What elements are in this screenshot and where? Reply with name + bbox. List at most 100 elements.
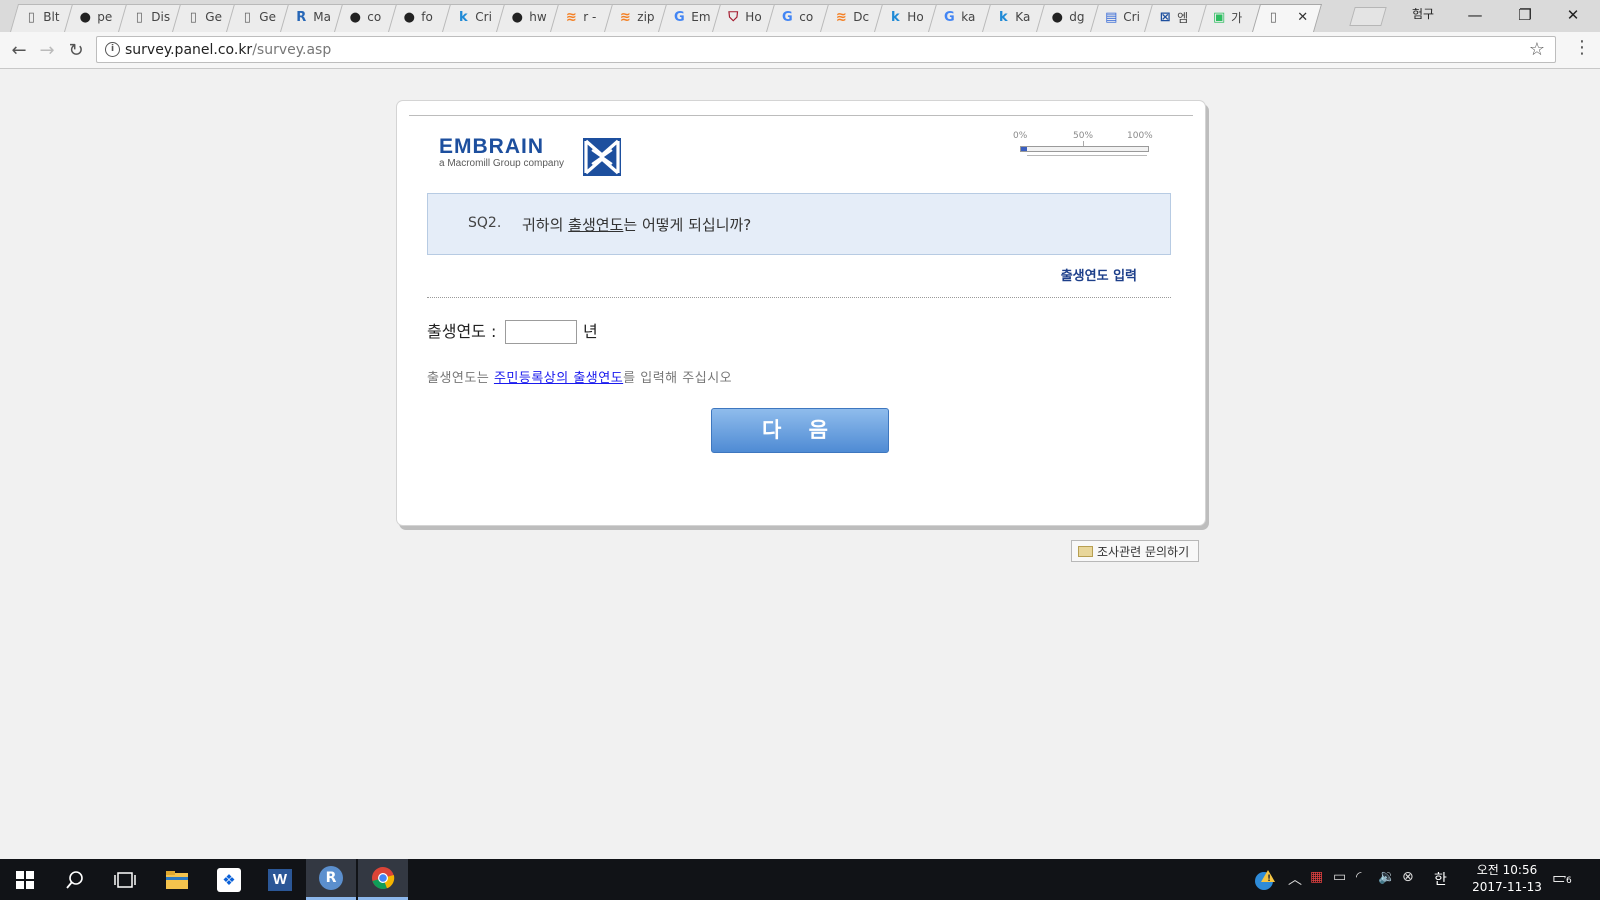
progress-tick-50: 50% [1073, 131, 1094, 141]
year-unit-label: 년 [583, 322, 598, 341]
tab-title: Ge [259, 10, 276, 24]
document-icon: ▯ [1269, 9, 1277, 25]
question-number: SQ2. [468, 215, 502, 231]
back-icon[interactable]: ← [5, 37, 33, 63]
rstudio-button[interactable]: R [306, 859, 356, 900]
dropbox-icon: ❖ [217, 867, 241, 892]
r-icon: R [319, 866, 343, 890]
google-icon: G [943, 9, 955, 25]
chevron-up-icon[interactable]: ︿ [1288, 869, 1302, 889]
k-icon: k [998, 9, 1008, 25]
google-icon: G [673, 9, 685, 25]
birth-year-label: 출생연도 : [427, 322, 497, 341]
embrain-logo-mark-icon [583, 138, 621, 176]
clock[interactable]: 오전 10:56 2017-11-13 [1470, 862, 1544, 896]
progress-fill [1021, 147, 1028, 151]
next-button[interactable]: 다 음 [711, 408, 889, 453]
profile-button[interactable]: 험구 [1412, 5, 1434, 22]
github-icon: ● [79, 9, 91, 25]
volume-icon[interactable]: 🔉 [1378, 869, 1395, 885]
progress-tick-100: 100% [1127, 131, 1153, 141]
tab-title: dg [1069, 10, 1085, 24]
info-icon[interactable]: i [105, 42, 120, 57]
stack-icon: ≋ [565, 9, 577, 25]
bookmark-star-icon[interactable]: ☆ [1529, 39, 1545, 60]
logo-name: EMBRAIN [439, 135, 544, 158]
document-icon: ▯ [27, 9, 35, 25]
document-icon: ▯ [135, 9, 143, 25]
tab-title: hw [529, 10, 547, 24]
tab-title: 가 [1231, 11, 1243, 25]
embrain-icon: ⊠ [1159, 10, 1171, 25]
start-button[interactable] [0, 859, 50, 900]
ime-indicator[interactable]: 한 [1434, 869, 1447, 889]
file-explorer-button[interactable] [152, 859, 202, 900]
tab-title: Ho [745, 10, 762, 24]
green-icon: ▣ [1213, 10, 1226, 25]
tab-title: Dis [151, 10, 171, 24]
k-icon: k [890, 9, 900, 25]
menu-icon[interactable]: ⋮ [1573, 37, 1591, 58]
tab-title: pe [97, 10, 113, 24]
reload-icon[interactable]: ↻ [62, 37, 90, 63]
dotted-divider [427, 297, 1171, 298]
logo-tagline: a Macromill Group company [439, 158, 565, 169]
word-icon: W [268, 868, 292, 891]
github-icon: ● [349, 9, 361, 25]
tab-title: co [367, 10, 382, 24]
chrome-button[interactable] [358, 859, 408, 900]
dropbox-button[interactable]: ❖ [204, 859, 254, 900]
restore-icon[interactable]: ❐ [1502, 2, 1548, 28]
tray-app-icon[interactable]: ▦ [1310, 869, 1323, 885]
notification-count: 6 [1564, 876, 1574, 886]
search-icon [66, 870, 83, 889]
close-window-icon[interactable]: ✕ [1550, 2, 1596, 28]
r-icon: R [296, 9, 307, 25]
survey-inquiry-button[interactable]: 조사관련 문의하기 [1071, 540, 1199, 562]
wifi-icon[interactable]: ◜ [1356, 869, 1361, 885]
no-network-icon[interactable]: ⊗ [1402, 869, 1414, 885]
birth-year-input[interactable] [505, 320, 577, 344]
question-text: 귀하의 출생연도는 어떻게 되십니까? [522, 216, 752, 234]
tab-title: zip [637, 10, 655, 24]
minimize-icon[interactable]: — [1452, 2, 1498, 28]
github-icon: ● [511, 9, 523, 25]
github-icon: ● [1051, 9, 1063, 25]
tab-active[interactable]: ▯ ✕ [1252, 4, 1323, 32]
task-view-icon [114, 871, 136, 888]
battery-icon[interactable]: ▭ [1333, 869, 1346, 885]
github-icon: ● [403, 9, 415, 25]
address-bar[interactable]: i survey.panel.co.kr/survey.asp ☆ [96, 36, 1556, 63]
search-button[interactable] [50, 859, 100, 900]
tab-close-icon[interactable]: ✕ [1297, 10, 1308, 25]
security-warning-icon[interactable]: ! [1254, 869, 1276, 895]
forward-icon[interactable]: → [33, 37, 61, 63]
mail-icon [1078, 545, 1093, 557]
tab-title: ka [961, 10, 976, 24]
tab-title: Blt [43, 10, 60, 24]
progress-track [1020, 146, 1149, 152]
tab-title: Ho [907, 10, 924, 24]
stack-icon: ≋ [835, 9, 847, 25]
tab-title: co [799, 10, 814, 24]
embrain-logo: EMBRAIN a Macromill Group company [439, 135, 564, 169]
hint-text: 출생연도는 주민등록상의 출생연도를 입력해 주십시오 [427, 371, 733, 386]
word-button[interactable]: W [255, 859, 305, 900]
hint-link[interactable]: 주민등록상의 출생연도 [494, 371, 623, 386]
tab-title: Cri [1123, 10, 1140, 24]
url-text[interactable]: survey.panel.co.kr/survey.asp [125, 42, 331, 58]
windows-icon [16, 870, 34, 889]
tab-title: Ka [1015, 10, 1031, 24]
action-center-button[interactable]: ▭ 6 [1552, 868, 1574, 888]
tab-title: 엠 [1177, 11, 1189, 25]
tab-title: r - [583, 10, 597, 24]
stack-icon: ≋ [619, 9, 631, 25]
task-view-button[interactable] [100, 859, 150, 900]
taskbar: ❖ W R ! ︿ ▦ ▭ ◜ 🔉 ⊗ 한 오전 10:56 2017-11-1… [0, 859, 1600, 900]
tab-title: Ma [313, 10, 332, 24]
browser-toolbar: ← → ↻ i survey.panel.co.kr/survey.asp ☆ … [0, 32, 1600, 69]
progress-indicator: 0% 50% 100% [1013, 131, 1153, 161]
document-icon: ▯ [189, 9, 197, 25]
divider [409, 115, 1193, 116]
new-tab-button[interactable] [1349, 7, 1387, 26]
